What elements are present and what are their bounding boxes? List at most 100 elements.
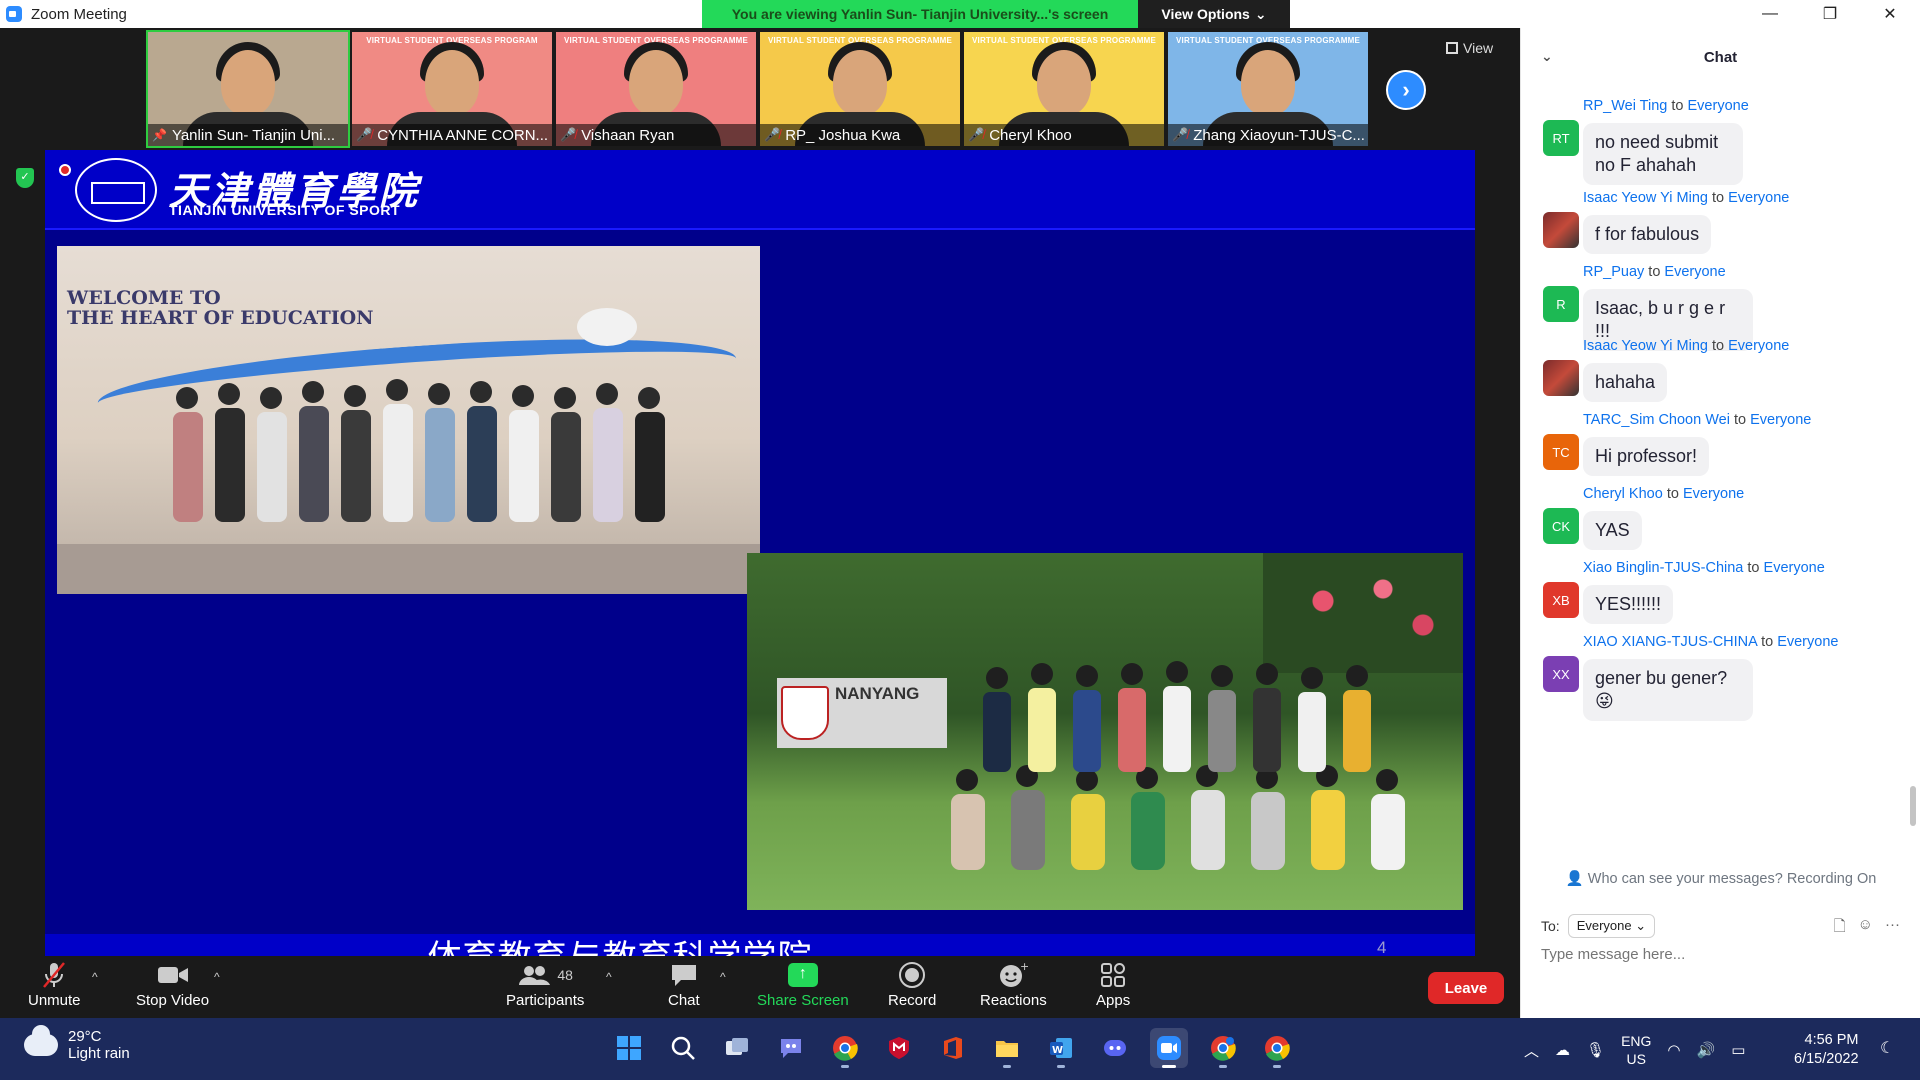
wifi-icon[interactable]: ◠ bbox=[1667, 1041, 1680, 1059]
participant-name-bar: 🎤̸ RP_ Joshua Kwa bbox=[760, 124, 960, 146]
discord-button[interactable] bbox=[1096, 1028, 1134, 1068]
avatar-initials: R bbox=[1556, 296, 1566, 312]
input-language-indicator[interactable]: ENG US bbox=[1621, 1032, 1651, 1068]
apps-label: Apps bbox=[1096, 992, 1131, 1009]
message-visibility-note[interactable]: 👤 Who can see your messages? Recording O… bbox=[1521, 870, 1920, 887]
message-meta: RP_Wei Ting to Everyone bbox=[1583, 98, 1881, 118]
participant-face bbox=[1241, 50, 1295, 116]
chat-options-caret-icon[interactable]: ^ bbox=[720, 970, 726, 984]
folder-icon bbox=[996, 1041, 1018, 1057]
zoom-app-icon bbox=[6, 6, 22, 22]
restore-button[interactable]: ❐ bbox=[1800, 0, 1860, 28]
microphone-in-use-icon[interactable]: 🎙 bbox=[1586, 1041, 1605, 1059]
message-recipient[interactable]: Everyone bbox=[1664, 264, 1725, 280]
weather-widget[interactable]: 29°C Light rain bbox=[24, 1025, 130, 1062]
message-recipient[interactable]: Everyone bbox=[1728, 190, 1789, 206]
message-bubble: f for fabulous bbox=[1583, 215, 1712, 254]
chat-message: Cheryl Khoo to Everyone CK YAS bbox=[1521, 486, 1881, 550]
chat-button[interactable]: Chat bbox=[668, 958, 700, 1009]
message-recipient[interactable]: Everyone bbox=[1683, 486, 1744, 502]
chat-message-list[interactable]: RP_Wei Ting to Everyone RT no need submit … bbox=[1521, 86, 1920, 846]
participant-face bbox=[1037, 50, 1091, 116]
message-sender[interactable]: XIAO XIANG-TJUS-CHINA bbox=[1583, 634, 1757, 650]
participant-name-bar: 🎤̸ CYNTHIA ANNE CORN... bbox=[352, 124, 552, 146]
chat-message-input[interactable] bbox=[1541, 946, 1901, 963]
stop-video-button[interactable]: Stop Video bbox=[136, 958, 209, 1009]
chat-label: Chat bbox=[668, 992, 700, 1009]
start-button[interactable] bbox=[610, 1028, 648, 1068]
file-explorer-button[interactable] bbox=[988, 1028, 1026, 1068]
chevron-down-icon: ⌄ bbox=[1635, 918, 1647, 933]
participant-video-tile[interactable]: VIRTUAL STUDENT OVERSEAS PROGRAMME 🎤̸ Cher… bbox=[964, 32, 1164, 146]
message-sender[interactable]: RP_Puay bbox=[1583, 264, 1644, 280]
message-sender[interactable]: Cheryl Khoo bbox=[1583, 486, 1663, 502]
leave-button[interactable]: Leave bbox=[1428, 972, 1504, 1004]
grid-view-icon bbox=[1446, 42, 1458, 54]
teams-chat-button[interactable] bbox=[772, 1028, 810, 1068]
office-button[interactable] bbox=[934, 1028, 972, 1068]
share-screen-button[interactable]: ↑ Share Screen bbox=[757, 958, 849, 1009]
file-attach-icon[interactable]: 🗋 bbox=[1834, 916, 1846, 941]
recipient-row: To: Everyone ⌄ bbox=[1541, 914, 1656, 938]
chrome-second-button[interactable] bbox=[1258, 1028, 1296, 1068]
participant-video-tile[interactable]: VIRTUAL STUDENT OVERSEAS PROGRAMME 🎤̸ Vish… bbox=[556, 32, 756, 146]
volume-icon[interactable]: 🔊 bbox=[1697, 1041, 1716, 1059]
chrome-profile-button[interactable] bbox=[1204, 1028, 1242, 1068]
message-sender[interactable]: TARC_Sim Choon Wei bbox=[1583, 412, 1730, 428]
university-crest-logo bbox=[781, 686, 829, 740]
security-shield-icon[interactable]: ✓ bbox=[16, 168, 34, 188]
message-sender[interactable]: Isaac Yeow Yi Ming bbox=[1583, 190, 1708, 206]
participant-video-tile[interactable]: VIRTUAL STUDENT OVERSEAS PROGRAM 🎤̸ CYNTHI… bbox=[352, 32, 552, 146]
message-recipient[interactable]: Everyone bbox=[1764, 560, 1825, 576]
onedrive-cloud-icon[interactable]: ☁ bbox=[1555, 1041, 1570, 1059]
windows-taskbar: 29°C Light rain W ︿ ☁ 🎙 ENG US ◠ 🔊 ▭ 4:5… bbox=[0, 1018, 1920, 1080]
word-button[interactable]: W bbox=[1042, 1028, 1080, 1068]
record-button[interactable]: Record bbox=[888, 958, 936, 1009]
chat-message: TARC_Sim Choon Wei to Everyone TC Hi profe… bbox=[1521, 412, 1881, 476]
battery-icon[interactable]: ▭ bbox=[1731, 1041, 1745, 1059]
participants-options-caret-icon[interactable]: ^ bbox=[606, 970, 612, 984]
avatar: TC bbox=[1543, 434, 1579, 470]
audio-options-caret-icon[interactable]: ^ bbox=[92, 970, 98, 984]
message-sender[interactable]: Isaac Yeow Yi Ming bbox=[1583, 338, 1708, 354]
mcafee-button[interactable] bbox=[880, 1028, 918, 1068]
view-button[interactable]: View bbox=[1446, 40, 1493, 56]
message-recipient[interactable]: Everyone bbox=[1777, 634, 1838, 650]
apps-button[interactable]: Apps bbox=[1096, 958, 1130, 1009]
participant-video-tile[interactable]: VIRTUAL STUDENT OVERSEAS PROGRAMME 🎤̸ RP_ … bbox=[760, 32, 960, 146]
participant-video-tile[interactable]: 📌 Yanlin Sun- Tianjin Uni... bbox=[146, 30, 350, 148]
video-options-caret-icon[interactable]: ^ bbox=[214, 970, 220, 984]
minimize-button[interactable]: — bbox=[1740, 0, 1800, 28]
participant-name: Zhang Xiaoyun-TJUS-C... bbox=[1193, 126, 1365, 144]
collapse-chevron-icon[interactable]: ⌄ bbox=[1541, 48, 1553, 65]
show-hidden-icons-chevron-icon[interactable]: ︿ bbox=[1524, 1040, 1539, 1061]
chevron-down-icon: ⌄ bbox=[1254, 5, 1267, 22]
chrome-button[interactable] bbox=[826, 1028, 864, 1068]
participants-button[interactable]: 48 Participants bbox=[506, 958, 584, 1009]
next-participants-button[interactable]: › bbox=[1386, 70, 1426, 110]
close-button[interactable]: ✕ bbox=[1860, 0, 1920, 28]
message-sender[interactable]: Xiao Binglin-TJUS-China bbox=[1583, 560, 1743, 576]
taskbar-clock[interactable]: 4:56 PM 6/15/2022 bbox=[1794, 1031, 1859, 1069]
message-recipient[interactable]: Everyone bbox=[1750, 412, 1811, 428]
message-recipient[interactable]: Everyone bbox=[1728, 338, 1789, 354]
reactions-button[interactable]: + Reactions bbox=[980, 958, 1047, 1009]
participant-name: Yanlin Sun- Tianjin Uni... bbox=[171, 126, 336, 144]
task-view-button[interactable] bbox=[718, 1028, 756, 1068]
emoji-icon[interactable]: ☺ bbox=[1858, 916, 1873, 941]
unmute-button[interactable]: Unmute bbox=[28, 958, 81, 1009]
message-meta: Cheryl Khoo to Everyone bbox=[1583, 486, 1881, 506]
message-sender[interactable]: RP_Wei Ting bbox=[1583, 98, 1667, 114]
window-controls: — ❐ ✕ bbox=[1740, 0, 1920, 28]
message-recipient[interactable]: Everyone bbox=[1688, 98, 1749, 114]
zoom-taskbar-button[interactable] bbox=[1150, 1028, 1188, 1068]
search-taskbar-button[interactable] bbox=[664, 1028, 702, 1068]
chat-scrollbar[interactable] bbox=[1910, 786, 1916, 826]
notifications-icon[interactable]: ☾ bbox=[1880, 1038, 1894, 1058]
share-screen-label: Share Screen bbox=[757, 992, 849, 1009]
recipient-select[interactable]: Everyone ⌄ bbox=[1567, 914, 1656, 938]
more-options-icon[interactable]: ··· bbox=[1885, 916, 1900, 941]
participant-video-tile[interactable]: VIRTUAL STUDENT OVERSEAS PROGRAMME 🎤̸ Zhan… bbox=[1168, 32, 1368, 146]
chrome-icon bbox=[1265, 1036, 1290, 1061]
view-options-button[interactable]: View Options ⌄ bbox=[1138, 0, 1290, 28]
